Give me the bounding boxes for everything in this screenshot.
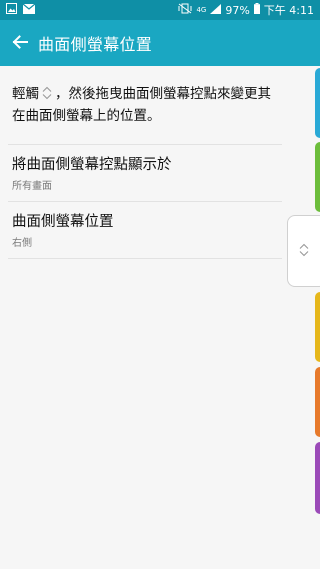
edge-tab-yellow[interactable] <box>315 292 320 362</box>
gallery-notification-icon <box>6 3 17 17</box>
network-type-label: 4G <box>196 6 207 14</box>
vibrate-mute-icon <box>178 3 192 17</box>
edge-tab-blue[interactable] <box>315 68 320 138</box>
edge-tab-purple[interactable] <box>315 442 320 514</box>
description-text: 輕觸 ，然後拖曳曲面側螢幕控點來變更其在曲面側螢幕上的位置。 <box>0 66 290 126</box>
email-notification-icon <box>22 3 36 17</box>
setting-title: 將曲面側螢幕控點顯示於 <box>12 157 172 173</box>
edge-screen-handle[interactable] <box>287 215 320 287</box>
back-arrow-icon <box>12 34 28 53</box>
battery-percentage: 97% <box>225 3 250 17</box>
edge-tab-orange[interactable] <box>315 367 320 437</box>
setting-show-handle-on[interactable]: 將曲面側螢幕控點顯示於 所有畫面 <box>0 145 290 201</box>
description-text-part1: 輕觸 <box>12 86 39 102</box>
status-bar: 4G 97% 下午 4:11 <box>0 0 320 20</box>
back-button[interactable] <box>2 20 38 66</box>
signal-strength-icon <box>210 3 222 17</box>
clock: 下午 4:11 <box>263 4 314 17</box>
setting-value: 右側 <box>12 238 32 249</box>
battery-icon <box>253 3 260 17</box>
up-down-arrows-icon <box>298 242 310 261</box>
setting-edge-position[interactable]: 曲面側螢幕位置 右側 <box>0 202 290 258</box>
app-bar: 曲面側螢幕位置 <box>0 20 320 66</box>
up-down-arrows-icon <box>41 86 53 106</box>
settings-content: 輕觸 ，然後拖曳曲面側螢幕控點來變更其在曲面側螢幕上的位置。 將曲面側螢幕控點顯示… <box>0 66 290 259</box>
setting-value: 所有畫面 <box>12 181 52 192</box>
edge-tab-green[interactable] <box>315 142 320 212</box>
setting-title: 曲面側螢幕位置 <box>12 214 114 230</box>
page-title: 曲面側螢幕位置 <box>38 35 153 54</box>
divider <box>8 258 282 259</box>
